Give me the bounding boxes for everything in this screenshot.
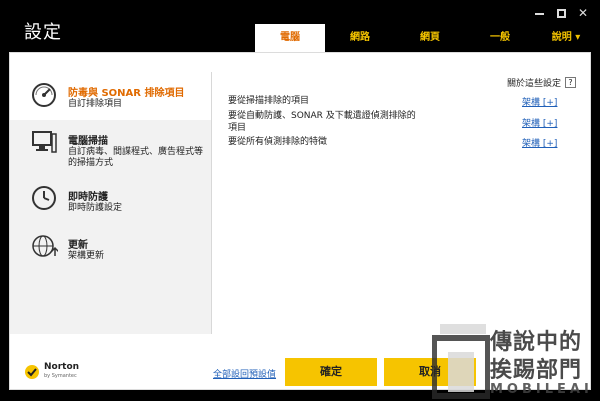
help-button[interactable]: ? [565, 77, 576, 88]
sidebar-item-title: 即時防護 [68, 192, 108, 203]
settings-window: 設定 ✕ 電腦 網路 網頁 一般 說明 ▾ 防毒與 SONAR 排除項目 自訂排… [0, 0, 600, 401]
exclusion-row-autoprotect: 要從自動防護、SONAR 及下載遺證偵測排除的項目 [228, 111, 416, 133]
watermark-line3: MOBILEAI [490, 382, 593, 397]
configure-link-autoprotect[interactable]: 架構 [+] [522, 116, 557, 129]
close-button[interactable]: ✕ [576, 6, 590, 20]
computer-icon [32, 131, 57, 153]
sidebar-item-update[interactable]: 更新 架構更新 [10, 224, 211, 272]
window-controls: ✕ [532, 6, 590, 20]
sidebar-item-subtitle: 自訂病毒、間諜程式、廣告程式等的掃描方式 [68, 147, 204, 168]
sidebar-item-title: 電腦掃描 [68, 136, 108, 147]
minimize-button[interactable] [532, 6, 546, 20]
maximize-button[interactable] [554, 6, 568, 20]
sidebar-item-antivirus-exclusions[interactable]: 防毒與 SONAR 排除項目 自訂排除項目 [10, 72, 211, 120]
configure-link-scan[interactable]: 架構 [+] [522, 95, 557, 108]
sidebar: 防毒與 SONAR 排除項目 自訂排除項目 電腦掃描 自訂病毒、間諜程式、廣告程… [10, 72, 212, 334]
watermark-line2: 挨踢部門 [490, 358, 583, 383]
brand-subtitle: by Symantec [44, 373, 77, 379]
tab-general[interactable]: 一般 [465, 24, 535, 50]
globe-update-icon [32, 235, 58, 257]
watermark: 傳說中的 挨踢部門 MOBILEAI [432, 318, 600, 401]
about-settings-label: 關於這些設定 [506, 79, 561, 89]
tab-web[interactable]: 網頁 [395, 24, 465, 50]
tab-computer[interactable]: 電腦 [255, 24, 325, 52]
sidebar-item-subtitle: 即時防護設定 [68, 203, 123, 213]
about-settings: 關於這些設定 ? [507, 76, 576, 89]
tab-bar: 電腦 網路 網頁 一般 說明 ▾ [255, 24, 597, 52]
sidebar-item-realtime-protection[interactable]: 即時防護 即時防護設定 [10, 176, 211, 224]
exclusion-row-scan: 要從掃描排除的項目 [228, 96, 310, 106]
sidebar-item-subtitle: 架構更新 [68, 251, 105, 261]
norton-check-icon [25, 365, 39, 379]
watermark-logo-icon [432, 324, 490, 399]
window-title: 設定 [24, 22, 62, 43]
sidebar-item-title: 防毒與 SONAR 排除項目 [68, 88, 185, 99]
sidebar-item-computer-scan[interactable]: 電腦掃描 自訂病毒、間諜程式、廣告程式等的掃描方式 [10, 120, 211, 176]
clock-icon [32, 186, 56, 210]
configure-link-signatures[interactable]: 架構 [+] [522, 136, 557, 149]
exclusion-row-signatures: 要從所有偵測排除的特徵 [228, 137, 328, 147]
tab-network[interactable]: 網路 [325, 24, 395, 50]
gauge-icon [32, 83, 56, 107]
close-icon: ✕ [577, 6, 589, 20]
ok-button[interactable]: 確定 [285, 358, 377, 386]
brand-name: Norton [44, 362, 80, 372]
norton-logo: Norton by Symantec [24, 363, 79, 381]
sidebar-item-subtitle: 自訂排除項目 [68, 99, 123, 109]
tab-help[interactable]: 說明 ▾ [535, 24, 597, 50]
minimize-icon [534, 12, 544, 15]
reset-defaults-link[interactable]: 全部設回預設值 [213, 367, 276, 380]
sidebar-item-title: 更新 [68, 240, 88, 251]
maximize-icon [556, 9, 566, 18]
